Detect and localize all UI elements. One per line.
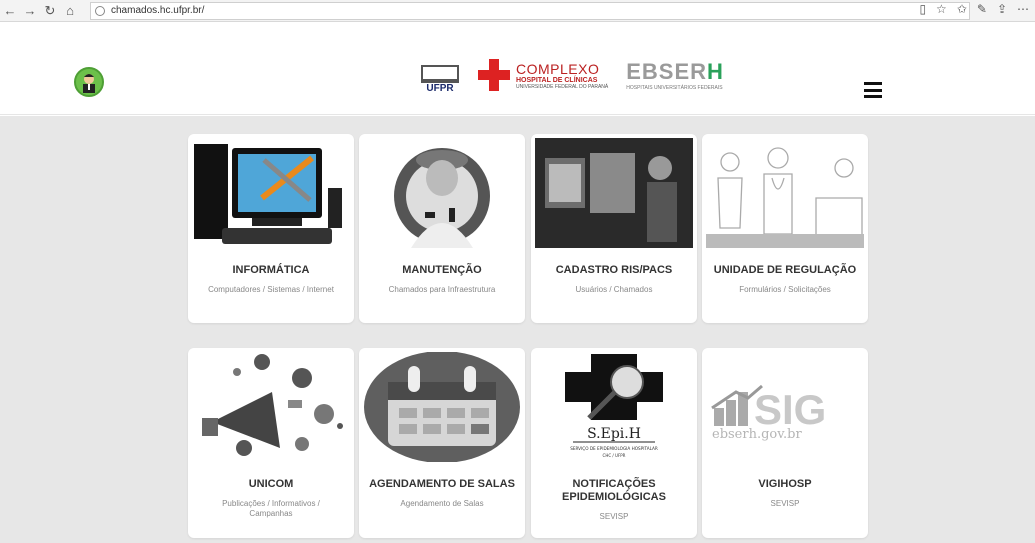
complexo-logo-subtext: HOSPITAL DE CLÍNICAS (516, 76, 598, 84)
card-unidade-regulacao[interactable]: UNIDADE DE REGULAÇÃO Formulários / Solic… (702, 134, 868, 323)
user-avatar-icon (83, 74, 95, 93)
sepih-caption: CHC / UFPR (603, 453, 626, 458)
card-description: Publicações / Informativos / Campanhas (222, 499, 320, 518)
back-icon[interactable]: ← (0, 1, 20, 21)
card-agendamento-salas[interactable]: AGENDAMENTO DE SALAS Agendamento de Sala… (359, 348, 525, 538)
radiology-screen-icon (535, 138, 693, 248)
medical-staff-illustration-icon (706, 138, 864, 248)
complexo-hc-logo: COMPLEXO HOSPITAL DE CLÍNICAS UNIVERSIDA… (478, 59, 608, 91)
favorite-star-icon[interactable]: ☆ (936, 2, 947, 16)
institution-logos: UFPR COMPLEXO HOSPITAL DE CLÍNICAS UNIVE… (420, 56, 724, 94)
card-description: Formulários / Solicitações (739, 285, 831, 294)
refresh-icon[interactable]: ↻ (40, 1, 60, 21)
sig-logo: SIG ebserh.gov.br (706, 352, 864, 462)
complexo-logo-caption: UNIVERSIDADE FEDERAL DO PARANÁ (516, 83, 609, 90)
share-icon[interactable]: ⇪ (997, 2, 1007, 16)
card-title: UNICOM (248, 478, 294, 490)
sepih-logo: S.Epi.H SERVIÇO DE EPIDEMIOLOGIA HOSPITA… (535, 352, 693, 462)
card-title: INFORMÁTICA (232, 264, 310, 276)
card-title: CADASTRO RIS/PACS (555, 264, 673, 276)
card-title: NOTIFICAÇÕES EPIDEMIOLÓGICAS (562, 478, 666, 503)
card-notificacoes-epidemiologicas[interactable]: S.Epi.H SERVIÇO DE EPIDEMIOLOGIA HOSPITA… (531, 348, 697, 538)
more-icon[interactable]: ⋯ (1017, 2, 1029, 16)
card-description: Chamados para Infraestrutura (388, 285, 496, 294)
address-bar[interactable]: chamados.hc.ufpr.br/ (90, 1, 970, 20)
address-url: chamados.hc.ufpr.br/ (111, 5, 205, 16)
card-title: MANUTENÇÃO (402, 264, 482, 276)
card-cadastro-ris-pacs[interactable]: CADASTRO RIS/PACS Usuários / Chamados (531, 134, 697, 323)
card-title: AGENDAMENTO DE SALAS (369, 478, 515, 490)
info-icon (95, 5, 105, 16)
card-description: Usuários / Chamados (575, 285, 653, 294)
card-manutencao[interactable]: MANUTENÇÃO Chamados para Infraestrutura (359, 134, 525, 323)
ebserh-logo-text: EBSER (626, 59, 708, 84)
card-title: UNIDADE DE REGULAÇÃO (713, 264, 857, 276)
card-informatica[interactable]: INFORMÁTICA Computadores / Sistemas / In… (188, 134, 354, 323)
megaphone-icon (192, 352, 350, 462)
card-vigihosp[interactable]: SIG ebserh.gov.br VIGIHOSP SEVISP (702, 348, 868, 538)
card-description: SEVISP (770, 499, 800, 508)
browser-toolbar: ← → ↻ ⌂ chamados.hc.ufpr.br/ ▯ ☆ ✩ ✎ ⇪ ⋯ (0, 0, 1035, 22)
ebserh-logo-h: H (707, 59, 724, 84)
ufpr-logo-text: UFPR (426, 83, 454, 94)
sepih-name: S.Epi.H (587, 426, 641, 442)
forward-icon[interactable]: → (20, 1, 40, 21)
site-header: UFPR COMPLEXO HOSPITAL DE CLÍNICAS UNIVE… (0, 22, 1035, 115)
card-description: Computadores / Sistemas / Internet (208, 285, 334, 294)
calendar-icon (363, 352, 521, 462)
hospital-cross-icon (478, 59, 510, 91)
card-description: Agendamento de Salas (400, 499, 484, 508)
sig-logo-text: SIG (754, 386, 826, 433)
sepih-subtitle: SERVIÇO DE EPIDEMIOLOGIA HOSPITALAR (570, 446, 658, 451)
ebserh-logo-caption: HOSPITAIS UNIVERSITÁRIOS FEDERAIS (626, 85, 723, 91)
computer-tools-icon (192, 138, 350, 248)
ebserh-logo: EBSERH HOSPITAIS UNIVERSITÁRIOS FEDERAIS (626, 59, 724, 91)
card-title: VIGIHOSP (758, 478, 812, 490)
hamburger-menu-icon[interactable] (864, 82, 882, 98)
card-unicom[interactable]: UNICOM Publicações / Informativos / Camp… (188, 348, 354, 538)
reading-view-icon[interactable]: ▯ (919, 2, 926, 16)
card-description: SEVISP (599, 512, 629, 521)
avatar[interactable] (74, 67, 104, 97)
complexo-logo-text: COMPLEXO (516, 60, 600, 77)
maintenance-worker-icon (363, 138, 521, 248)
home-icon[interactable]: ⌂ (60, 1, 80, 21)
ufpr-building-icon (421, 65, 459, 83)
ufpr-logo: UFPR (420, 56, 460, 94)
services-grid: INFORMÁTICA Computadores / Sistemas / In… (0, 116, 1035, 543)
favorites-list-icon[interactable]: ✩ (957, 2, 967, 16)
sig-logo-domain: ebserh.gov.br (712, 427, 803, 442)
pen-icon[interactable]: ✎ (977, 2, 987, 16)
